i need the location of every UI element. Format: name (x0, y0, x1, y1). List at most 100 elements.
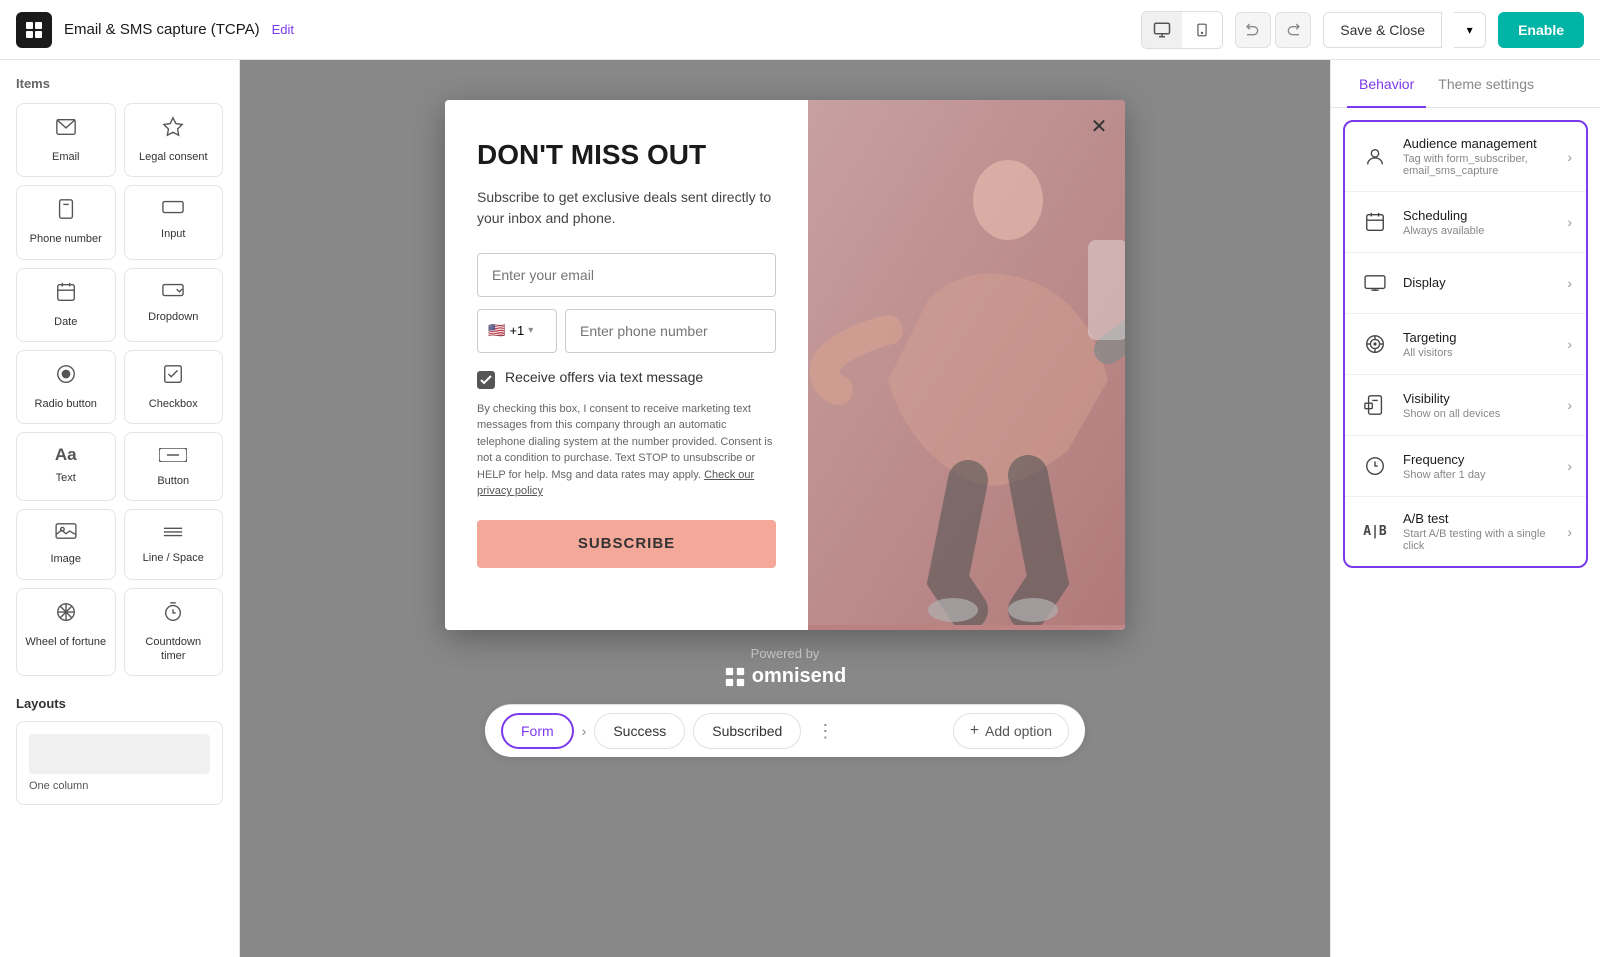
audience-sub: Tag with form_subscriber, email_sms_capt… (1403, 153, 1555, 177)
frequency-text: Frequency Show after 1 day (1403, 452, 1555, 481)
scheduling-label: Scheduling (1403, 208, 1555, 223)
sidebar-item-checkbox-label: Checkbox (149, 397, 198, 411)
sidebar-item-countdown-label: Countdown timer (133, 635, 215, 664)
phone-input[interactable] (565, 309, 776, 353)
sidebar-item-email-label: Email (52, 150, 80, 164)
sidebar-item-dropdown[interactable]: Dropdown (124, 268, 224, 342)
add-option-btn[interactable]: + Add option (953, 713, 1069, 749)
popup-close-btn[interactable]: ✕ (1085, 112, 1113, 140)
audience-arrow-icon: › (1567, 149, 1572, 165)
sidebar-item-legal-label: Legal consent (139, 150, 208, 164)
canvas: ✕ DON'T MISS OUT Subscribe to get exclus… (240, 60, 1330, 957)
sidebar-item-email[interactable]: Email (16, 103, 116, 177)
popup-background-image (808, 100, 1125, 630)
mobile-view-btn[interactable] (1182, 12, 1222, 48)
items-grid: Email Legal consent Phone number Input (16, 103, 223, 676)
save-close-btn[interactable]: Save & Close (1323, 12, 1442, 48)
sidebar-item-legal[interactable]: Legal consent (124, 103, 224, 177)
behavior-item-visibility[interactable]: Visibility Show on all devices › (1345, 375, 1586, 436)
sidebar-item-date[interactable]: Date (16, 268, 116, 342)
sidebar-item-wheel[interactable]: Wheel of fortune (16, 588, 116, 677)
sidebar-item-countdown[interactable]: Countdown timer (124, 588, 224, 677)
country-code-select[interactable]: 🇺🇸 +1 ▾ (477, 309, 557, 353)
sidebar-item-line-label: Line / Space (143, 551, 204, 565)
frequency-sub: Show after 1 day (1403, 469, 1555, 481)
sms-checkbox[interactable] (477, 371, 495, 389)
popup-left: DON'T MISS OUT Subscribe to get exclusiv… (445, 100, 808, 630)
left-sidebar: Items Email Legal consent Phone number (0, 60, 240, 957)
success-tab[interactable]: Success (594, 713, 685, 749)
ab-test-text: A/B test Start A/B testing with a single… (1403, 511, 1555, 552)
sidebar-item-input-label: Input (161, 227, 185, 241)
phone-row: 🇺🇸 +1 ▾ (477, 309, 776, 353)
sidebar-item-checkbox[interactable]: Checkbox (124, 350, 224, 424)
desktop-view-btn[interactable] (1142, 12, 1182, 48)
subscribed-tab[interactable]: Subscribed (693, 713, 801, 749)
behavior-item-targeting[interactable]: Targeting All visitors › (1345, 314, 1586, 375)
visibility-text: Visibility Show on all devices (1403, 391, 1555, 420)
audience-text: Audience management Tag with form_subscr… (1403, 136, 1555, 177)
audience-icon (1359, 141, 1391, 173)
tab-behavior[interactable]: Behavior (1347, 60, 1426, 108)
redo-btn[interactable] (1275, 12, 1311, 48)
display-text: Display (1403, 275, 1555, 292)
visibility-arrow-icon: › (1567, 397, 1572, 413)
sidebar-item-button[interactable]: Button (124, 432, 224, 501)
sidebar-item-radio[interactable]: Radio button (16, 350, 116, 424)
add-option-label: Add option (985, 723, 1052, 739)
form-tab[interactable]: Form (501, 713, 574, 749)
popup-title: DON'T MISS OUT (477, 140, 776, 171)
layout-label: One column (29, 780, 210, 792)
layout-preview-visual (29, 734, 210, 774)
line-icon (162, 522, 184, 545)
radio-icon (55, 363, 77, 391)
ab-test-arrow-icon: › (1567, 524, 1572, 540)
audience-label: Audience management (1403, 136, 1555, 151)
save-dropdown-btn[interactable]: ▾ (1454, 12, 1486, 48)
ab-test-sub: Start A/B testing with a single click (1403, 528, 1555, 552)
tab-more-btn[interactable]: ⋮ (809, 715, 841, 747)
plus-icon: + (970, 722, 979, 740)
frequency-label: Frequency (1403, 452, 1555, 467)
device-switcher (1141, 11, 1223, 49)
dropdown-icon (162, 281, 184, 304)
layouts-title: Layouts (16, 696, 223, 711)
ab-test-label: A/B test (1403, 511, 1555, 526)
behavior-item-display[interactable]: Display › (1345, 253, 1586, 314)
targeting-text: Targeting All visitors (1403, 330, 1555, 359)
behavior-item-frequency[interactable]: Frequency Show after 1 day › (1345, 436, 1586, 497)
right-panel-tabs: Behavior Theme settings (1331, 60, 1600, 108)
targeting-arrow-icon: › (1567, 336, 1572, 352)
behavior-item-scheduling[interactable]: Scheduling Always available › (1345, 192, 1586, 253)
sidebar-item-phone-label: Phone number (30, 232, 102, 246)
enable-btn[interactable]: Enable (1498, 12, 1584, 48)
sidebar-item-image[interactable]: Image (16, 509, 116, 579)
email-input[interactable] (477, 253, 776, 297)
targeting-icon (1359, 328, 1391, 360)
behavior-item-audience[interactable]: Audience management Tag with form_subscr… (1345, 122, 1586, 192)
tab-theme-settings[interactable]: Theme settings (1426, 60, 1546, 108)
edit-link[interactable]: Edit (272, 22, 294, 37)
phone-icon (55, 198, 77, 226)
bottom-bar: Form › Success Subscribed ⋮ + Add option (485, 704, 1085, 757)
input-icon (162, 198, 184, 221)
popup-description: Subscribe to get exclusive deals sent di… (477, 187, 776, 229)
subscribe-btn[interactable]: SUBSCRIBE (477, 520, 776, 568)
sidebar-item-date-label: Date (54, 315, 77, 329)
date-icon (55, 281, 77, 309)
one-column-layout[interactable]: One column (16, 721, 223, 805)
sidebar-item-wheel-label: Wheel of fortune (25, 635, 106, 649)
behavior-item-ab-test[interactable]: A|B A/B test Start A/B testing with a si… (1345, 497, 1586, 566)
items-section-title: Items (16, 76, 223, 91)
brand-name: omnisend (724, 665, 846, 688)
legal-text: By checking this box, I consent to recei… (477, 401, 776, 500)
sidebar-item-line[interactable]: Line / Space (124, 509, 224, 579)
checkbox-icon (162, 363, 184, 391)
undo-btn[interactable] (1235, 12, 1271, 48)
sidebar-item-phone[interactable]: Phone number (16, 185, 116, 259)
scheduling-sub: Always available (1403, 225, 1555, 237)
sidebar-item-input[interactable]: Input (124, 185, 224, 259)
display-arrow-icon: › (1567, 275, 1572, 291)
image-icon (55, 522, 77, 546)
sidebar-item-text[interactable]: Aa Text (16, 432, 116, 501)
